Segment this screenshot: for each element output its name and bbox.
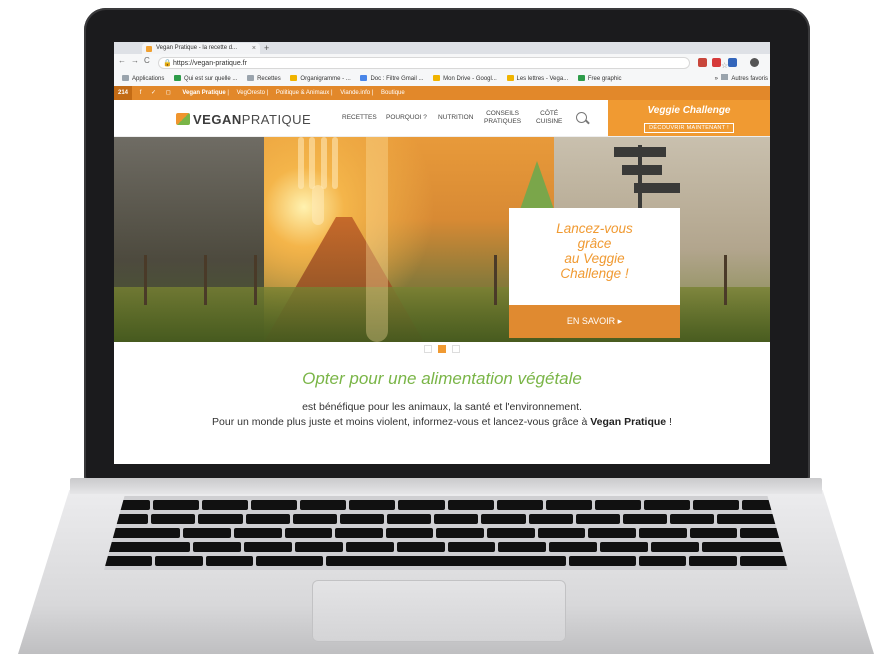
network-link[interactable]: VegOresto bbox=[237, 90, 265, 96]
nav-item-nutrition[interactable]: NUTRITION bbox=[438, 114, 473, 122]
bookmark-item[interactable]: Applications bbox=[122, 72, 164, 86]
network-link[interactable]: Politique & Animaux bbox=[276, 90, 329, 96]
bookmark-item[interactable]: Mon Drive - Googl... bbox=[433, 72, 497, 86]
fence-post bbox=[144, 255, 147, 305]
trackpad bbox=[312, 580, 566, 642]
keyboard bbox=[104, 496, 788, 570]
url-text: https://vegan-pratique.fr bbox=[173, 60, 247, 67]
slider-dots bbox=[114, 342, 770, 354]
knife-icon bbox=[366, 137, 388, 342]
fence-post bbox=[254, 255, 257, 305]
sheet-icon bbox=[577, 75, 585, 81]
promo-text: Lancez-vous grâce au Veggie Challenge ! bbox=[556, 221, 633, 281]
extension-icon[interactable] bbox=[698, 58, 707, 67]
social-icons[interactable]: f ✓ ◻ bbox=[140, 86, 175, 100]
network-link[interactable]: Viande.info bbox=[340, 90, 370, 96]
browser-tab[interactable]: Vegan Pratique - la recette d... × bbox=[142, 43, 260, 54]
bookmark-item[interactable]: Organigramme - ... bbox=[290, 72, 351, 86]
network-links: Vegan Pratique | VegOresto | Politique &… bbox=[182, 90, 405, 96]
fence-post bbox=[204, 255, 207, 305]
drive-icon bbox=[290, 75, 298, 81]
extension-icon[interactable] bbox=[712, 58, 721, 67]
bookmarks-bar: Applications Qui est sur quelle ... Rece… bbox=[114, 72, 770, 87]
slider-dot-active[interactable] bbox=[438, 345, 446, 353]
bookmark-item[interactable]: Free graphic bbox=[577, 72, 622, 86]
apps-icon bbox=[122, 75, 129, 81]
folder-icon bbox=[247, 75, 255, 81]
intro-line-2: Pour un monde plus juste et moins violen… bbox=[212, 416, 672, 428]
fence-post bbox=[494, 255, 497, 305]
learn-more-button[interactable]: EN SAVOIR ▸ bbox=[509, 305, 680, 338]
folder-icon bbox=[721, 74, 729, 80]
favicon-icon bbox=[146, 46, 152, 52]
signpost-board bbox=[634, 183, 680, 193]
profile-icon[interactable] bbox=[750, 58, 759, 67]
veggie-challenge-banner[interactable]: Veggie Challenge DÉCOUVRIR MAINTENANT ! bbox=[608, 100, 770, 136]
url-field[interactable]: 🔒 https://vegan-pratique.fr ☆ bbox=[158, 57, 728, 70]
bookmark-item[interactable]: Qui est sur quelle ... bbox=[174, 72, 237, 86]
promo-card: Lancez-vous grâce au Veggie Challenge ! … bbox=[509, 208, 680, 338]
intro-heading: Opter pour une alimentation végétale bbox=[302, 369, 582, 388]
drive-icon bbox=[433, 75, 441, 81]
bookmark-item[interactable]: Doc : Filtre Gmail ... bbox=[360, 72, 423, 86]
sheet-icon bbox=[174, 75, 182, 81]
hero-slider[interactable]: Lancez-vous grâce au Veggie Challenge ! … bbox=[114, 137, 770, 342]
fork-icon bbox=[298, 137, 338, 225]
new-tab-icon[interactable]: + bbox=[264, 42, 269, 54]
network-link[interactable]: Boutique bbox=[381, 90, 405, 96]
nav-item-conseils[interactable]: CONSEILS PRATIQUES bbox=[484, 110, 521, 126]
logo-icon bbox=[176, 113, 190, 125]
share-count: 214 bbox=[114, 86, 133, 100]
tab-bar: Vegan Pratique - la recette d... × + bbox=[114, 42, 770, 54]
intro-section: Opter pour une alimentation végétale est… bbox=[114, 354, 770, 464]
intro-line-1: est bénéfique pour les animaux, la santé… bbox=[302, 401, 582, 413]
laptop-hinge bbox=[70, 478, 822, 494]
lock-icon: 🔒 bbox=[163, 60, 172, 67]
bookmarks-other[interactable]: » Autres favoris bbox=[715, 72, 768, 86]
bookmark-item[interactable]: Les lettres - Vega... bbox=[506, 72, 568, 86]
challenge-cta-button[interactable]: DÉCOUVRIR MAINTENANT ! bbox=[644, 123, 734, 133]
drive-icon bbox=[506, 75, 514, 81]
slider-dot[interactable] bbox=[452, 345, 461, 353]
close-icon[interactable]: × bbox=[252, 43, 256, 54]
address-bar-row: ←→C 🔒 https://vegan-pratique.fr ☆ bbox=[114, 54, 770, 73]
nav-item-pourquoi[interactable]: POURQUOI ? bbox=[386, 114, 427, 122]
fence-post bbox=[724, 255, 727, 305]
slider-dot[interactable] bbox=[423, 345, 432, 353]
signpost-board bbox=[622, 165, 662, 175]
extension-icon[interactable] bbox=[728, 58, 737, 67]
nav-item-recettes[interactable]: RECETTES bbox=[342, 114, 377, 122]
bookmark-item[interactable]: Recettes bbox=[247, 72, 281, 86]
doc-icon bbox=[360, 75, 368, 81]
site-top-strip: 214 f ✓ ◻ Vegan Pratique | VegOresto | P… bbox=[114, 86, 770, 100]
signpost-board bbox=[614, 147, 666, 157]
nav-buttons[interactable]: ←→C bbox=[118, 56, 155, 65]
nav-item-cuisine[interactable]: CÔTÉ CUISINE bbox=[536, 110, 562, 126]
site-logo[interactable]: VEGANPRATIQUE bbox=[176, 112, 311, 127]
search-icon[interactable] bbox=[576, 112, 587, 123]
site-header: VEGANPRATIQUE RECETTES POURQUOI ? NUTRIT… bbox=[114, 100, 770, 137]
network-link[interactable]: Vegan Pratique bbox=[182, 90, 225, 96]
challenge-title: Veggie Challenge bbox=[647, 105, 731, 116]
tab-title: Vegan Pratique - la recette d... bbox=[156, 45, 238, 51]
browser-screen: Vegan Pratique - la recette d... × + ←→C… bbox=[114, 42, 770, 464]
